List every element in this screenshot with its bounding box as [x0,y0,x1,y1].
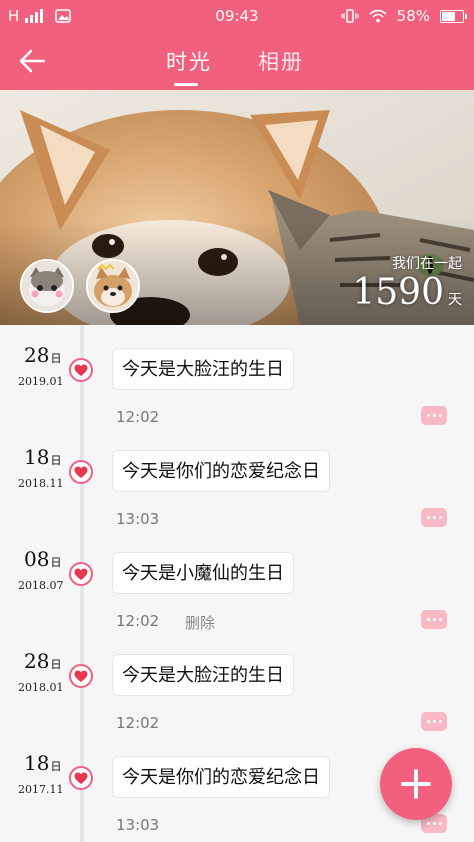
entry-time: 12:02 [116,408,160,426]
battery-percent: 58% [396,7,430,25]
entry-time: 12:02 [116,612,160,630]
entry-text-bubble[interactable]: 今天是你们的恋爱纪念日 [112,450,330,492]
entry-year-month: 2018.01 [18,681,64,694]
entry-text-bubble[interactable]: 今天是大脸汪的生日 [112,348,294,390]
delete-link[interactable]: 删除 [185,612,215,633]
timeline-entry[interactable]: 28日 2019.01 今天是大脸汪的生日 12:02 [0,325,474,427]
avatar-dog[interactable] [86,259,140,313]
comment-icon[interactable] [421,712,447,731]
entry-year-month: 2019.01 [18,375,64,388]
entry-year-month: 2018.11 [18,477,64,490]
comment-icon[interactable] [421,610,447,629]
comment-icon[interactable] [421,406,447,425]
app-bar: 时光 相册 [0,32,474,90]
entry-text-bubble[interactable]: 今天是你们的恋爱纪念日 [112,756,330,798]
heart-icon [69,664,93,688]
heart-icon [69,766,93,790]
entry-year-month: 2018.07 [18,579,64,592]
entry-day: 08日 [24,547,62,571]
entry-time: 13:03 [116,510,160,528]
entry-day: 28日 [24,649,62,673]
entry-year-month: 2017.11 [18,783,64,796]
days-count: 1590 [352,272,444,313]
entry-text-bubble[interactable]: 今天是大脸汪的生日 [112,654,294,696]
comment-icon[interactable] [421,508,447,527]
active-tab-indicator [174,83,198,86]
timeline-entry[interactable]: 28日 2018.01 今天是大脸汪的生日 12:02 [0,631,474,733]
entry-day: 18日 [24,445,62,469]
timeline-entry[interactable]: 08日 2018.07 今天是小魔仙的生日 12:02 删除 [0,529,474,633]
together-label: 我们在一起 [392,256,462,272]
days-counter: 1590 天 [352,272,462,313]
tab-album[interactable]: 相册 [258,46,304,76]
avatar-cat[interactable] [20,259,74,313]
heart-icon [69,358,93,382]
heart-icon [69,460,93,484]
entry-time: 13:03 [116,816,160,834]
entry-day: 28日 [24,343,62,367]
timeline-entry[interactable]: 18日 2018.11 今天是你们的恋爱纪念日 13:03 [0,427,474,529]
status-bar: H 09:43 58% [0,0,474,32]
wifi-icon [369,9,387,23]
entry-text-bubble[interactable]: 今天是小魔仙的生日 [112,552,294,594]
back-arrow-icon[interactable] [14,45,50,77]
vibrate-icon [341,9,359,23]
heart-icon [69,562,93,586]
status-right: 58% [341,7,467,25]
entry-day: 18日 [24,751,62,775]
add-button[interactable] [380,748,452,820]
entry-time: 12:02 [116,714,160,732]
tab-timeline[interactable]: 时光 [166,46,212,76]
battery-icon [440,9,467,23]
days-unit: 天 [448,292,462,308]
